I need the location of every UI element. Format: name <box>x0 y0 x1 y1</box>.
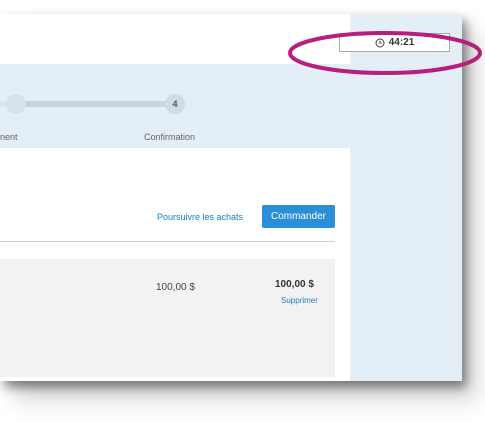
unit-price: 100,00 $ <box>156 282 195 293</box>
progress-step-label-confirmation: Confirmation <box>144 132 196 142</box>
continue-shopping-link[interactable]: Poursuivre les achats <box>157 212 243 222</box>
right-side-panel <box>350 14 462 381</box>
line-total-price: 100,00 $ <box>275 279 314 290</box>
session-timer: 44:21 <box>339 33 450 52</box>
timer-value: 44:21 <box>388 37 415 48</box>
divider <box>0 241 335 242</box>
screenshot-card: 4 nent Confirmation Poursuivre les achat… <box>0 14 462 381</box>
progress-step-label-previous: nent <box>0 132 18 142</box>
remove-item-link[interactable]: Supprimer <box>281 296 318 305</box>
header-bar <box>0 14 350 64</box>
order-button[interactable]: Commander <box>262 205 335 228</box>
progress-step-4: 4 <box>165 94 185 114</box>
clock-icon <box>375 38 385 48</box>
progress-step-previous <box>6 94 26 114</box>
cart-item-row <box>0 259 335 377</box>
